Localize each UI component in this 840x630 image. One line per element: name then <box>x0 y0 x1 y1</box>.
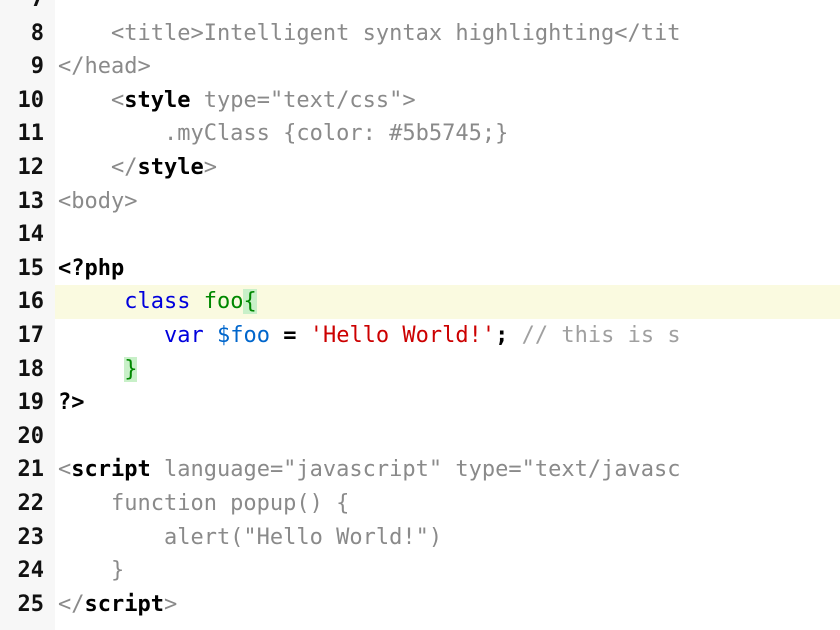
line-number: 17 <box>17 323 45 348</box>
code-token: < <box>58 87 125 113</box>
code-token: </ <box>58 155 138 180</box>
code-line[interactable]: 12 </style> <box>0 151 840 185</box>
code-token: ?> <box>58 390 85 416</box>
code-token: </ <box>58 591 85 617</box>
code-token: > <box>203 155 217 180</box>
code-line[interactable]: 20 <box>0 420 840 454</box>
code-text: <style type="text/css"> <box>58 84 416 118</box>
code-token: <body> <box>58 188 138 214</box>
code-token: style <box>137 155 204 180</box>
code-token: } <box>124 356 138 382</box>
code-token: class <box>124 289 191 315</box>
code-token: 'Hello World!' <box>309 323 496 348</box>
code-line[interactable]: 11 .myClass {color: #5b5745;} <box>0 117 840 151</box>
line-number: 24 <box>17 558 45 584</box>
code-token: = <box>269 323 310 348</box>
code-text: ?> <box>58 386 85 420</box>
code-token: </head> <box>58 54 151 80</box>
code-token: // this is s <box>508 323 681 348</box>
code-text: </head> <box>58 50 151 84</box>
line-number: 16 <box>0 285 55 319</box>
code-line[interactable]: 25 </script> <box>0 588 840 622</box>
code-line[interactable]: 22 function popup() { <box>0 487 840 521</box>
code-editor[interactable]: 78 <title>Intelligent syntax highlightin… <box>0 0 840 630</box>
line-number: 11 <box>17 121 45 147</box>
code-text: <?php <box>58 252 124 286</box>
line-number: 19 <box>17 390 45 416</box>
code-token: var <box>163 323 204 348</box>
line-number: 23 <box>17 524 45 550</box>
line-number: 9 <box>30 54 44 80</box>
code-line[interactable]: 23 alert("Hello World!") <box>0 521 840 555</box>
code-token: <?php <box>58 255 125 281</box>
code-text: </style> <box>58 151 217 185</box>
line-number: 10 <box>17 87 45 113</box>
code-token: language="javascript" type="text/javasc <box>150 457 681 483</box>
code-text: .myClass {color: #5b5745;} <box>58 117 508 151</box>
code-line[interactable]: 16 class foo{ <box>0 285 840 319</box>
code-token: type="text/css"> <box>190 87 416 113</box>
code-token: function popup() { <box>58 491 350 516</box>
line-number: 15 <box>17 255 45 281</box>
code-text: } <box>58 554 124 588</box>
code-token: < <box>58 457 72 483</box>
line-number: 18 <box>17 356 45 382</box>
code-line[interactable]: 7 <box>0 0 840 17</box>
line-number: 12 <box>17 155 45 180</box>
code-line[interactable]: 15 <?php <box>0 252 840 286</box>
code-text: alert("Hello World!") <box>58 521 442 555</box>
code-line[interactable]: 9 </head> <box>0 50 840 84</box>
code-text: var $foo = 'Hello World!'; // this is s <box>58 319 681 353</box>
code-token: > <box>163 591 178 617</box>
code-text: } <box>58 353 138 387</box>
code-line[interactable]: 8 <title>Intelligent syntax highlighting… <box>0 17 840 51</box>
code-text: function popup() { <box>58 487 349 521</box>
code-token: script <box>71 457 151 483</box>
code-token: <title>Intelligent syntax highlighting</… <box>58 20 681 46</box>
line-number: 22 <box>17 491 45 516</box>
code-token: foo <box>203 289 244 315</box>
code-line[interactable]: 17 var $foo = 'Hello World!'; // this is… <box>0 319 840 353</box>
code-token: style <box>124 87 191 113</box>
code-text: <title>Intelligent syntax highlighting</… <box>58 17 681 51</box>
code-line[interactable]: 18 } <box>0 353 840 387</box>
code-line[interactable]: 14 <box>0 218 840 252</box>
line-number: 25 <box>17 591 45 617</box>
code-token: script <box>84 591 164 617</box>
code-line[interactable]: 21 <script language="javascript" type="te… <box>0 453 840 487</box>
line-number: 21 <box>17 457 45 483</box>
code-token: $foo <box>216 323 270 348</box>
code-line[interactable]: 19 ?> <box>0 386 840 420</box>
line-number: 7 <box>0 0 55 17</box>
line-number: 8 <box>30 20 44 46</box>
code-token: .myClass {color: #5b5745;} <box>58 121 509 147</box>
line-number: 13 <box>17 188 45 214</box>
code-text: </script> <box>58 588 177 622</box>
code-text: <body> <box>58 185 137 219</box>
code-line[interactable]: 24 } <box>0 554 840 588</box>
code-text: class foo{ <box>58 285 257 319</box>
code-token: { <box>243 289 257 315</box>
line-number: 14 <box>17 222 45 248</box>
line-number: 20 <box>17 423 45 449</box>
code-text: <script language="javascript" type="text… <box>58 453 681 487</box>
code-token: } <box>58 558 125 584</box>
code-line[interactable]: 13 <body> <box>0 185 840 219</box>
code-line[interactable]: 10 <style type="text/css"> <box>0 84 840 118</box>
code-token: ; <box>495 323 509 348</box>
code-token: alert("Hello World!") <box>58 524 443 550</box>
